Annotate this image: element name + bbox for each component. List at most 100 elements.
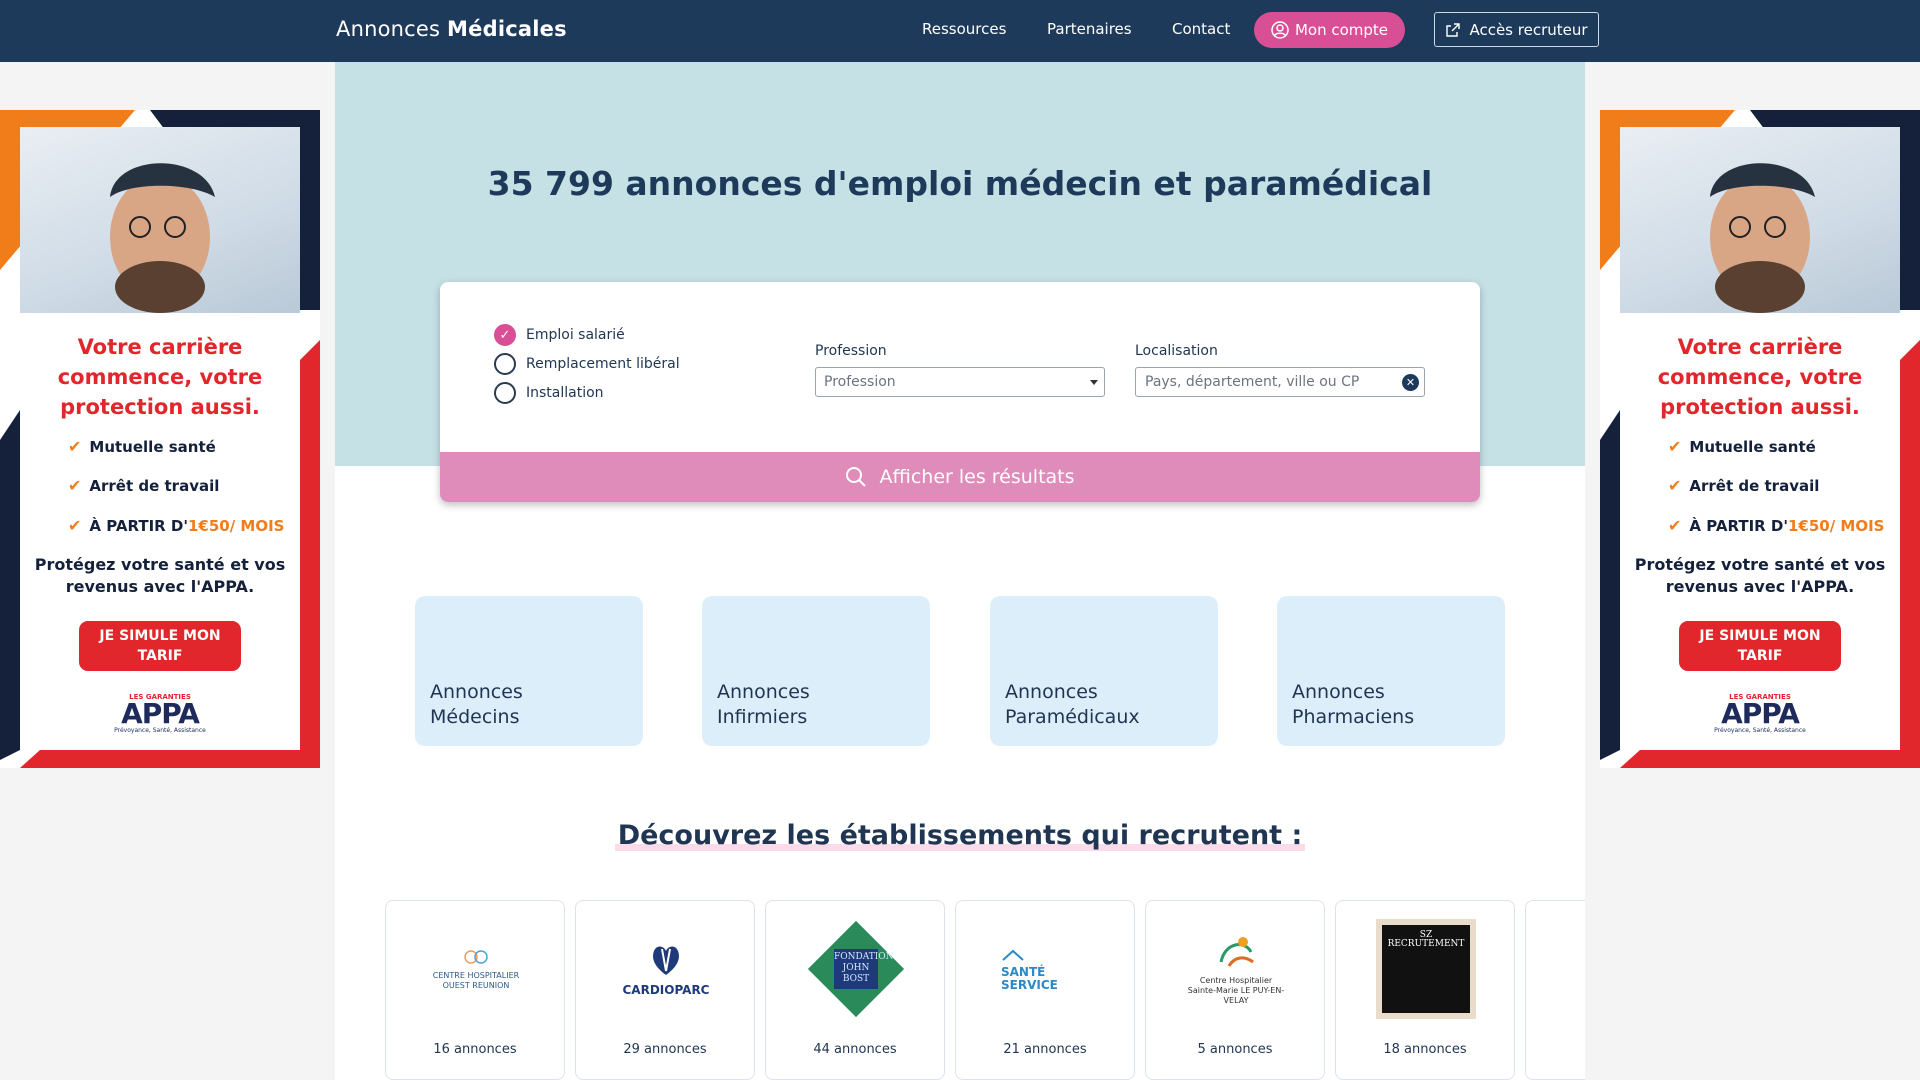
smiling-man-image xyxy=(110,163,215,313)
my-account-label: Mon compte xyxy=(1294,21,1389,39)
page-title-rest: d'emploi médecin et paramédical xyxy=(802,164,1433,203)
checkmark-icon: ✔ xyxy=(68,476,82,495)
tile-line1: Annonces xyxy=(717,681,810,703)
category-tile-paramedicaux[interactable]: Annonces Paramédicaux xyxy=(990,596,1218,746)
category-tile-medecins[interactable]: Annonces Médecins xyxy=(415,596,643,746)
nav-link-ressources[interactable]: Ressources xyxy=(922,20,1006,38)
clear-location-icon[interactable]: ✕ xyxy=(1402,374,1419,391)
recruiter-access-button[interactable]: Accès recruteur xyxy=(1434,12,1599,47)
brand-text-light: Annonces xyxy=(336,17,441,41)
checkmark-icon: ✔ xyxy=(1668,476,1682,495)
ad-bullet: ✔ À PARTIR D'1€50/ MOIS xyxy=(68,516,284,535)
establishment-logo: CENTRE HOSPITALIER OUEST REUNION xyxy=(416,919,536,1019)
ad-bullet-text: Arrêt de travail xyxy=(89,477,220,495)
radio-remplacement-liberal[interactable]: Remplacement libéral xyxy=(494,353,680,375)
tile-line2: Infirmiers xyxy=(717,706,808,728)
nav-link-contact[interactable]: Contact xyxy=(1172,20,1230,38)
sz-logo: SZ RECRUTEMENT xyxy=(1382,925,1470,1013)
appa-logo-tagline: Prévoyance, Santé, Assistance xyxy=(114,727,206,734)
my-account-button[interactable]: Mon compte xyxy=(1254,12,1405,48)
brand-text-bold: Médicales xyxy=(447,17,567,41)
establishments-heading-text: Découvrez les établissements qui recrute… xyxy=(614,820,1306,851)
location-input[interactable]: Pays, département, ville ou CP xyxy=(1135,367,1425,397)
establishment-logo: CARDIOPARC xyxy=(606,919,726,1019)
establishment-card[interactable]: CARDIOPARC 29 annonces xyxy=(575,900,755,1080)
establishment-logo-text: Centre Hospitalier Sainte-Marie LE PUY-E… xyxy=(1187,976,1285,1005)
ad-paragraph: Protégez votre santé et vos revenus avec… xyxy=(34,555,286,596)
profession-selected-value: Profession xyxy=(824,374,896,390)
establishment-card[interactable]: Centre Hospitalier Sainte-Marie LE PUY-E… xyxy=(1145,900,1325,1080)
radio-installation[interactable]: Installation xyxy=(494,382,604,404)
establishment-card[interactable]: CENTRE HOSPITALIER OUEST REUNION 16 anno… xyxy=(385,900,565,1080)
site-logo[interactable]: Annonces Médicales xyxy=(336,17,567,41)
establishment-logo-text: CENTRE HOSPITALIER OUEST REUNION xyxy=(432,971,520,990)
location-label: Localisation xyxy=(1135,343,1218,359)
ad-bullet-text: À PARTIR D' xyxy=(1689,517,1788,535)
establishment-card[interactable]: FONDATION JOHN BOST 44 annonces xyxy=(765,900,945,1080)
listing-count: 35 799 annonces xyxy=(487,164,803,203)
ad-cta-button[interactable]: JE SIMULE MON TARIF xyxy=(1679,621,1841,671)
radio-unchecked-icon xyxy=(494,382,516,404)
establishment-logo: SZ RECRUTEMENT xyxy=(1366,919,1486,1019)
checkmark-icon: ✔ xyxy=(1668,437,1682,456)
recruiter-access-label: Accès recruteur xyxy=(1469,20,1588,39)
radio-label: Emploi salarié xyxy=(526,327,625,343)
page-title: 35 799 annonces d'emploi médecin et para… xyxy=(335,164,1585,203)
category-tile-infirmiers[interactable]: Annonces Infirmiers xyxy=(702,596,930,746)
top-navbar: Annonces Médicales Ressources Partenaire… xyxy=(0,0,1920,62)
appa-logo-big: APPA xyxy=(121,697,200,730)
establishment-count: 21 annonces xyxy=(1003,1042,1087,1057)
establishment-card-partial[interactable] xyxy=(1525,900,1585,1080)
profession-label: Profession xyxy=(815,343,887,359)
tile-line2: Médecins xyxy=(430,706,520,728)
ad-photo xyxy=(20,127,300,313)
establishment-logo: SANTÉ SERVICE xyxy=(986,919,1106,1019)
ad-price: 1€50/ MOIS xyxy=(1787,517,1885,535)
ad-bullet: ✔ Mutuelle santé xyxy=(68,437,216,456)
ad-banner-left[interactable]: Votre carrière commence, votre protectio… xyxy=(0,110,320,768)
radio-label: Remplacement libéral xyxy=(526,356,680,372)
appa-logo-tagline: Prévoyance, Santé, Assistance xyxy=(1714,727,1806,734)
show-results-button[interactable]: Afficher les résultats xyxy=(440,452,1480,502)
appa-logo: LES GARANTIES APPA Prévoyance, Santé, As… xyxy=(100,693,220,734)
checkmark-icon: ✔ xyxy=(68,437,82,456)
tile-line2: Pharmaciens xyxy=(1292,706,1415,728)
nav-link-partenaires[interactable]: Partenaires xyxy=(1047,20,1132,38)
radio-emploi-salarie[interactable]: ✓ Emploi salarié xyxy=(494,324,625,346)
radio-label: Installation xyxy=(526,385,604,401)
ad-cta-button[interactable]: JE SIMULE MON TARIF xyxy=(79,621,241,671)
ad-bullet: ✔ Arrêt de travail xyxy=(1668,476,1819,495)
tile-line1: Annonces xyxy=(1005,681,1098,703)
ad-price: 1€50/ MOIS xyxy=(187,517,285,535)
appa-logo: LES GARANTIES APPA Prévoyance, Santé, As… xyxy=(1700,693,1820,734)
establishment-logo-text: CARDIOPARC xyxy=(622,983,710,997)
chevron-down-icon xyxy=(1090,380,1098,385)
ad-paragraph: Protégez votre santé et vos revenus avec… xyxy=(1634,555,1886,596)
ad-headline: Votre carrière commence, votre protectio… xyxy=(1657,335,1863,419)
category-tile-pharmaciens[interactable]: Annonces Pharmaciens xyxy=(1277,596,1505,746)
house-logo-icon xyxy=(1002,949,1024,961)
radio-unchecked-icon xyxy=(494,353,516,375)
search-icon xyxy=(846,467,867,487)
ad-banner-right[interactable]: Votre carrière commence, votre protectio… xyxy=(1600,110,1920,768)
ad-bullet: ✔ À PARTIR D'1€50/ MOIS xyxy=(1668,516,1884,535)
ad-bullet-text: Arrêt de travail xyxy=(1689,477,1820,495)
establishment-logo: FONDATION JOHN BOST xyxy=(796,919,916,1019)
establishment-logo: Centre Hospitalier Sainte-Marie LE PUY-E… xyxy=(1176,919,1296,1019)
search-form: ✓ Emploi salarié Remplacement libéral In… xyxy=(440,282,1480,502)
profession-select[interactable]: Profession xyxy=(815,367,1105,397)
establishment-card[interactable]: SANTÉ SERVICE 21 annonces xyxy=(955,900,1135,1080)
chor-logo-icon xyxy=(464,950,488,964)
establishment-count: 5 annonces xyxy=(1197,1042,1273,1057)
establishment-logo-text: SANTÉ SERVICE xyxy=(1001,964,1058,992)
establishments-heading: Découvrez les établissements qui recrute… xyxy=(335,820,1585,851)
ad-bullet-text: Mutuelle santé xyxy=(89,438,216,456)
checkmark-icon: ✔ xyxy=(68,516,82,535)
external-link-icon xyxy=(1446,22,1461,37)
ad-bullet-text: À PARTIR D' xyxy=(89,517,188,535)
tile-line2: Paramédicaux xyxy=(1005,706,1140,728)
establishment-count: 44 annonces xyxy=(813,1042,897,1057)
tile-line1: Annonces xyxy=(1292,681,1385,703)
establishment-card[interactable]: SZ RECRUTEMENT 18 annonces xyxy=(1335,900,1515,1080)
ad-bullet: ✔ Arrêt de travail xyxy=(68,476,219,495)
